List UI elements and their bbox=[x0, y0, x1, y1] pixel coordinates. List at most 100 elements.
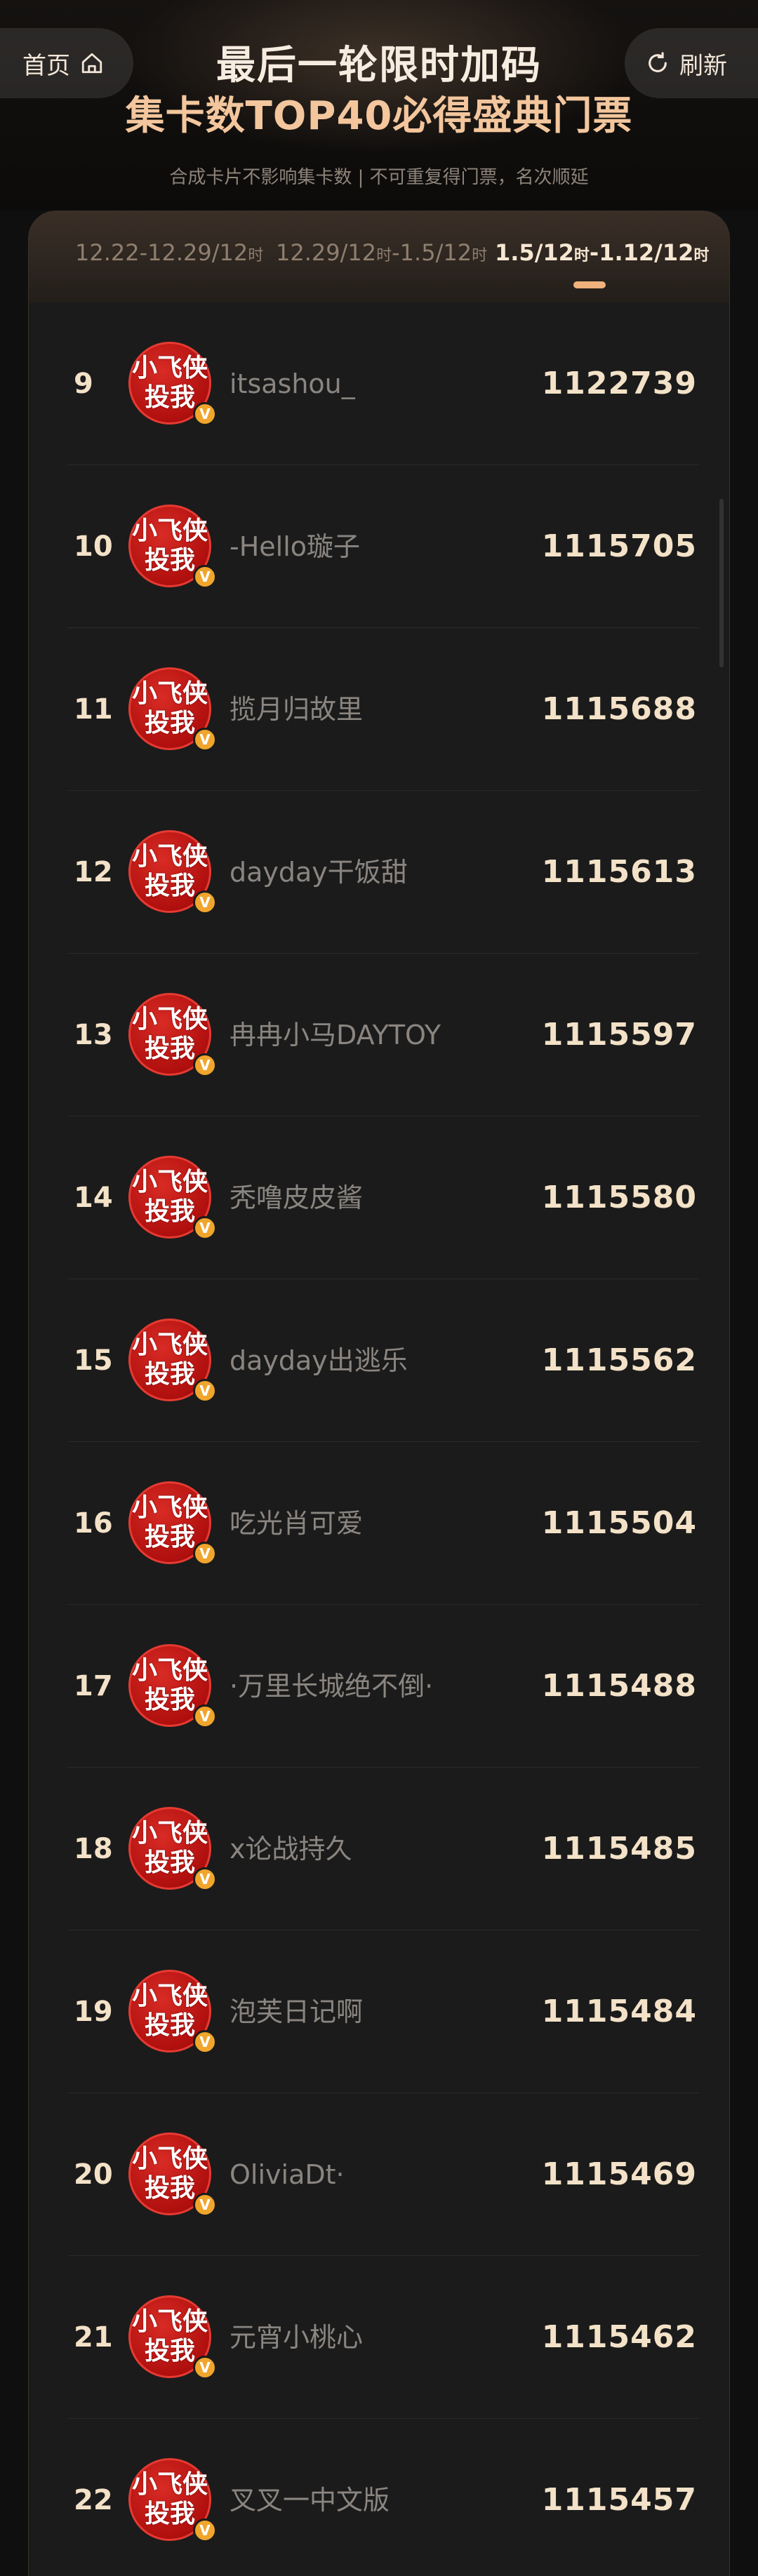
user-name: 泡芙日记啊 bbox=[230, 1996, 364, 2027]
user-name: 元宵小桃心 bbox=[230, 2322, 364, 2353]
user-name: x论战持久 bbox=[230, 1834, 352, 1864]
period-tabs: 12.22-12.29/12时 12.29/12时-1.5/12时 1.5/12… bbox=[29, 211, 729, 302]
verified-badge-icon: V bbox=[193, 2518, 217, 2542]
ranking-row[interactable]: 21 小飞侠 投我 V 元宵小桃心 1115462 bbox=[29, 2256, 729, 2419]
avatar-text-line1: 小飞侠 bbox=[131, 1168, 208, 1196]
card-count: 1115457 bbox=[541, 2482, 697, 2518]
verified-badge-icon: V bbox=[193, 1053, 217, 1077]
ranking-row[interactable]: 20 小飞侠 投我 V OliviaDt· 1115469 bbox=[29, 2093, 729, 2256]
user-name: OliviaDt· bbox=[230, 2159, 345, 2190]
verified-badge-icon: V bbox=[193, 1704, 217, 1728]
active-tab-indicator bbox=[573, 281, 606, 288]
page-header: 首页 刷新 最后一轮限时加码 集卡数TOP40必得盛典门票 合成卡片不影响集卡数… bbox=[0, 0, 758, 211]
avatar-text-line1: 小飞侠 bbox=[131, 1330, 208, 1359]
tab-period-3[interactable]: 1.5/12时-1.12/12时 bbox=[495, 239, 709, 266]
rank-number: 21 bbox=[74, 2321, 113, 2354]
rank-number: 16 bbox=[74, 1507, 113, 1540]
card-count: 1115462 bbox=[541, 2319, 697, 2355]
rank-number: 12 bbox=[74, 856, 113, 888]
card-count: 1115580 bbox=[541, 1180, 697, 1215]
ranking-panel: 12.22-12.29/12时 12.29/12时-1.5/12时 1.5/12… bbox=[28, 211, 730, 2576]
avatar-text-line2: 投我 bbox=[144, 546, 195, 575]
verified-badge-icon: V bbox=[193, 402, 217, 426]
rank-number: 14 bbox=[74, 1182, 113, 1214]
avatar-text-line1: 小飞侠 bbox=[131, 1005, 208, 1034]
avatar-text-line1: 小飞侠 bbox=[131, 2307, 208, 2336]
avatar-text-line1: 小飞侠 bbox=[131, 1493, 208, 1522]
avatar-text-line1: 小飞侠 bbox=[131, 516, 208, 545]
ranking-row[interactable]: 22 小飞侠 投我 V 叉叉一中文版 1115457 bbox=[29, 2419, 729, 2576]
verified-badge-icon: V bbox=[193, 2356, 217, 2380]
ranking-row[interactable]: 17 小飞侠 投我 V ·万里长城绝不倒· 1115488 bbox=[29, 1605, 729, 1768]
rank-number: 13 bbox=[74, 1019, 113, 1051]
avatar-text-line2: 投我 bbox=[144, 1034, 195, 1063]
user-name: dayday干饭甜 bbox=[230, 857, 408, 888]
avatar-text-line2: 投我 bbox=[144, 1686, 195, 1714]
avatar-text-line2: 投我 bbox=[144, 1360, 195, 1389]
rank-number: 10 bbox=[74, 530, 113, 563]
card-count: 1115613 bbox=[541, 854, 697, 890]
rank-number: 11 bbox=[74, 693, 113, 726]
ranking-row[interactable]: 18 小飞侠 投我 Vx论战持久 1115485 bbox=[29, 1768, 729, 1930]
verified-badge-icon: V bbox=[193, 1542, 217, 1566]
user-name: 冉冉小马DAYTOY bbox=[230, 1020, 441, 1050]
card-count: 1115484 bbox=[541, 1994, 697, 2029]
user-name: dayday出逃乐 bbox=[230, 1345, 408, 1376]
user-name: ·万里长城绝不倒· bbox=[230, 1671, 434, 1702]
rank-number: 20 bbox=[74, 2158, 113, 2191]
card-count: 1115485 bbox=[541, 1831, 697, 1867]
rank-number: 17 bbox=[74, 1670, 113, 1702]
avatar-text-line1: 小飞侠 bbox=[131, 2470, 208, 2499]
avatar-text-line1: 小飞侠 bbox=[131, 679, 208, 708]
card-count: 1122739 bbox=[541, 366, 697, 401]
verified-badge-icon: V bbox=[193, 2193, 217, 2217]
avatar-text-line2: 投我 bbox=[144, 2011, 195, 2040]
verified-badge-icon: V bbox=[193, 1867, 217, 1891]
ranking-row[interactable]: 9 小飞侠 投我 Vitsashou_ 1122739 bbox=[29, 302, 729, 465]
rank-number: 9 bbox=[74, 368, 93, 400]
verified-badge-icon: V bbox=[193, 728, 217, 752]
rank-number: 18 bbox=[74, 1833, 113, 1865]
avatar-text-line1: 小飞侠 bbox=[131, 354, 208, 382]
ranking-row[interactable]: 12 小飞侠 投我 Vdayday干饭甜 1115613 bbox=[29, 791, 729, 954]
card-count: 1115504 bbox=[541, 1505, 697, 1541]
card-count: 1115705 bbox=[541, 528, 697, 564]
avatar-text-line1: 小飞侠 bbox=[131, 1982, 208, 2010]
page-subtitle-title: 集卡数TOP40必得盛典门票 bbox=[125, 93, 633, 139]
ranking-row[interactable]: 11 小飞侠 投我 V 揽月归故里 1115688 bbox=[29, 628, 729, 791]
page-title: 最后一轮限时加码 bbox=[216, 43, 542, 88]
verified-badge-icon: V bbox=[193, 890, 217, 914]
card-count: 1115562 bbox=[541, 1342, 697, 1378]
avatar-text-line1: 小飞侠 bbox=[131, 1656, 208, 1685]
user-name: 秃噜皮皮酱 bbox=[230, 1182, 364, 1213]
user-name: itsashou_ bbox=[230, 368, 355, 399]
verified-badge-icon: V bbox=[193, 1216, 217, 1240]
avatar-text-line2: 投我 bbox=[144, 2500, 195, 2528]
verified-badge-icon: V bbox=[193, 565, 217, 589]
avatar-text-line2: 投我 bbox=[144, 709, 195, 738]
card-count: 1115469 bbox=[541, 2156, 697, 2192]
avatar-text-line1: 小飞侠 bbox=[131, 842, 208, 871]
ranking-row[interactable]: 16 小飞侠 投我 V 吃光肖可爱 1115504 bbox=[29, 1442, 729, 1605]
avatar-text-line1: 小飞侠 bbox=[131, 2144, 208, 2173]
card-count: 1115488 bbox=[541, 1668, 697, 1704]
avatar-text-line2: 投我 bbox=[144, 1848, 195, 1877]
rank-number: 15 bbox=[74, 1344, 113, 1377]
ranking-row[interactable]: 15 小飞侠 投我 Vdayday出逃乐 1115562 bbox=[29, 1279, 729, 1442]
tab-period-1[interactable]: 12.22-12.29/12时 bbox=[75, 239, 263, 266]
avatar-text-line2: 投我 bbox=[144, 872, 195, 900]
ranking-row[interactable]: 14 小飞侠 投我 V 秃噜皮皮酱 1115580 bbox=[29, 1116, 729, 1279]
card-count: 1115597 bbox=[541, 1017, 697, 1053]
ranking-row[interactable]: 13 小飞侠 投我 V 冉冉小马DAYTOY 1115597 bbox=[29, 954, 729, 1116]
user-name: -Hello璇子 bbox=[230, 531, 361, 562]
ranking-row[interactable]: 10 小飞侠 投我 V -Hello璇子 1115705 bbox=[29, 465, 729, 628]
user-name: 叉叉一中文版 bbox=[230, 2485, 390, 2516]
scrollbar[interactable] bbox=[719, 499, 724, 667]
tab-period-2[interactable]: 12.29/12时-1.5/12时 bbox=[276, 239, 487, 266]
ranking-row[interactable]: 19 小飞侠 投我 V 泡芙日记啊 1115484 bbox=[29, 1930, 729, 2093]
rules-note: 合成卡片不影响集卡数 | 不可重复得门票，名次顺延 bbox=[169, 167, 589, 188]
avatar-text-line2: 投我 bbox=[144, 383, 195, 412]
user-name: 吃光肖可爱 bbox=[230, 1508, 364, 1539]
avatar-text-line2: 投我 bbox=[144, 1523, 195, 1551]
avatar-text-line1: 小飞侠 bbox=[131, 1819, 208, 1848]
